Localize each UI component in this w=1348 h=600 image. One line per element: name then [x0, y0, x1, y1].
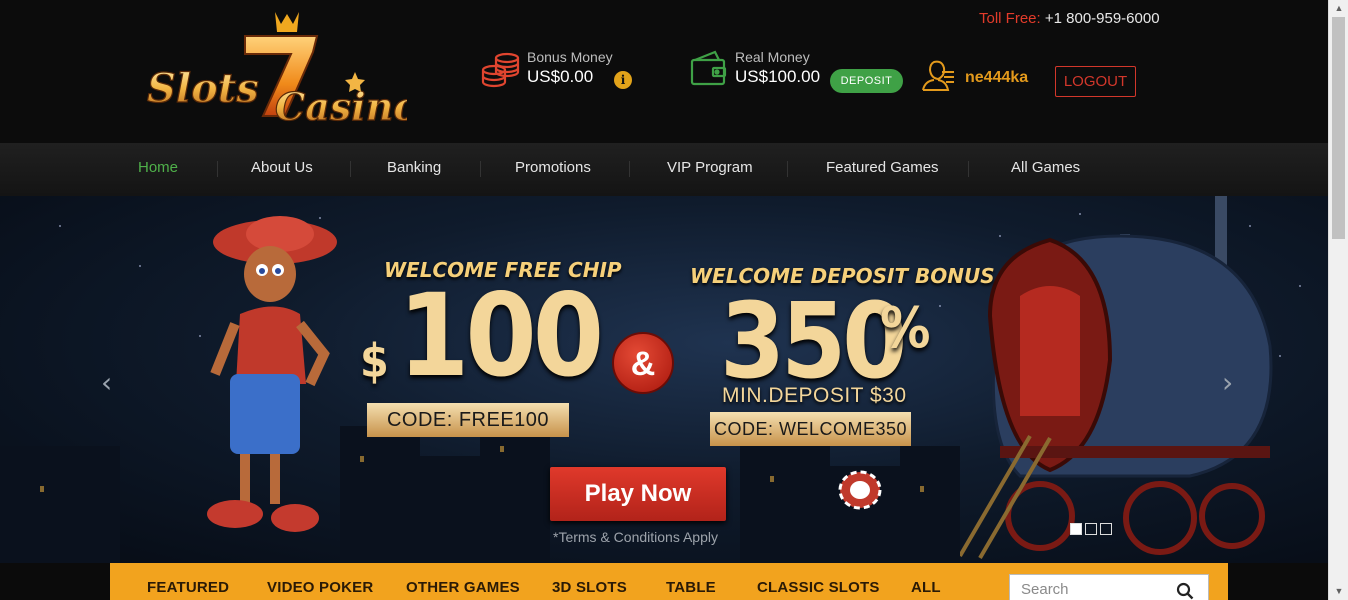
tab-3d-slots[interactable]: 3D SLOTS — [552, 579, 627, 596]
tab-classic-slots[interactable]: CLASSIC SLOTS — [757, 579, 880, 596]
casino-chip-icon — [838, 470, 882, 510]
tab-other-games[interactable]: OTHER GAMES — [406, 579, 520, 596]
min-deposit-text: MIN.DEPOSIT $30 — [722, 384, 907, 407]
vertical-scrollbar[interactable]: ▲ ▼ — [1328, 0, 1348, 600]
nav-item-all-games[interactable]: All Games — [1011, 143, 1080, 196]
real-money-block: Real Money US$100.00 — [689, 48, 820, 88]
deposit-bonus-amount: 350 — [720, 280, 907, 402]
terms-conditions-note[interactable]: *Terms & Conditions Apply — [553, 529, 718, 545]
cartoon-character-illustration — [207, 216, 337, 532]
scrollbar-thumb[interactable] — [1332, 17, 1345, 239]
toll-free-number[interactable]: +1 800-959-6000 — [1045, 10, 1160, 27]
toll-free-label: Toll Free: — [979, 10, 1041, 27]
scroll-down-arrow-icon[interactable]: ▼ — [1329, 583, 1348, 600]
tab-featured[interactable]: FEATURED — [147, 579, 229, 596]
svg-text:Slots: Slots — [147, 65, 259, 112]
promo-carousel: ‹ › WELCOME FREE CHIP $ 100 CODE: FREE10… — [0, 196, 1328, 563]
real-money-caption: Real Money — [735, 49, 810, 65]
real-money-amount: US$100.00 — [735, 67, 821, 86]
nav-item-vip-program[interactable]: VIP Program — [667, 143, 753, 196]
site-header: Slots Casino Toll Free: +1 800-959-6000 … — [0, 0, 1328, 143]
bonus-money-block: Bonus Money US$0.00 — [481, 48, 613, 88]
nav-divider — [629, 161, 630, 177]
caravan-wagon-illustration — [960, 196, 1273, 560]
free-chip-code: CODE: FREE100 — [367, 403, 569, 437]
tab-video-poker[interactable]: VIDEO POKER — [267, 579, 373, 596]
free-chip-amount: 100 — [398, 269, 604, 402]
nav-item-banking[interactable]: Banking — [387, 143, 441, 196]
tab-all[interactable]: ALL — [911, 579, 941, 596]
carousel-dot-3[interactable] — [1100, 523, 1112, 535]
info-icon[interactable]: i — [614, 71, 632, 89]
carousel-prev-arrow[interactable]: ‹ — [101, 366, 112, 399]
nav-item-promotions[interactable]: Promotions — [515, 143, 591, 196]
svg-text:Casino: Casino — [275, 84, 407, 129]
nav-divider — [787, 161, 788, 177]
nav-divider — [350, 161, 351, 177]
user-icon[interactable] — [920, 58, 956, 94]
carousel-next-arrow[interactable]: › — [1222, 366, 1233, 399]
nav-divider — [480, 161, 481, 177]
deposit-bonus-percent: % — [880, 296, 931, 361]
ampersand-badge: & — [612, 332, 674, 394]
carousel-dot-2[interactable] — [1085, 523, 1097, 535]
username-link[interactable]: ne444ka — [965, 69, 1028, 87]
bonus-money-amount: US$0.00 — [527, 67, 594, 86]
deposit-bonus-code: CODE: WELCOME350 — [710, 412, 911, 446]
coin-stack-icon — [481, 52, 520, 88]
main-nav: Home About Us Banking Promotions VIP Pro… — [0, 143, 1328, 196]
scroll-up-arrow-icon[interactable]: ▲ — [1329, 0, 1348, 17]
toll-free-line: Toll Free: +1 800-959-6000 — [979, 10, 1160, 27]
search-input[interactable] — [1010, 575, 1170, 600]
nav-item-home[interactable]: Home — [138, 143, 178, 196]
tab-table[interactable]: TABLE — [666, 579, 716, 596]
game-search-box — [1009, 574, 1209, 600]
search-icon[interactable] — [1176, 582, 1194, 600]
game-category-bar: FEATURED VIDEO POKER OTHER GAMES 3D SLOT… — [110, 563, 1228, 600]
bonus-money-caption: Bonus Money — [527, 49, 613, 65]
nav-item-featured-games[interactable]: Featured Games — [826, 143, 939, 196]
carousel-indicators — [1070, 523, 1112, 535]
nav-item-about-us[interactable]: About Us — [251, 143, 313, 196]
nav-divider — [217, 161, 218, 177]
carousel-dot-1[interactable] — [1070, 523, 1082, 535]
play-now-button[interactable]: Play Now — [550, 467, 726, 521]
free-chip-currency: $ — [360, 334, 389, 388]
slots7-casino-logo[interactable]: Slots Casino — [145, 8, 407, 130]
logout-button[interactable]: LOGOUT — [1055, 66, 1136, 97]
wallet-icon — [690, 50, 727, 86]
deposit-button[interactable]: DEPOSIT — [830, 69, 903, 93]
nav-divider — [968, 161, 969, 177]
